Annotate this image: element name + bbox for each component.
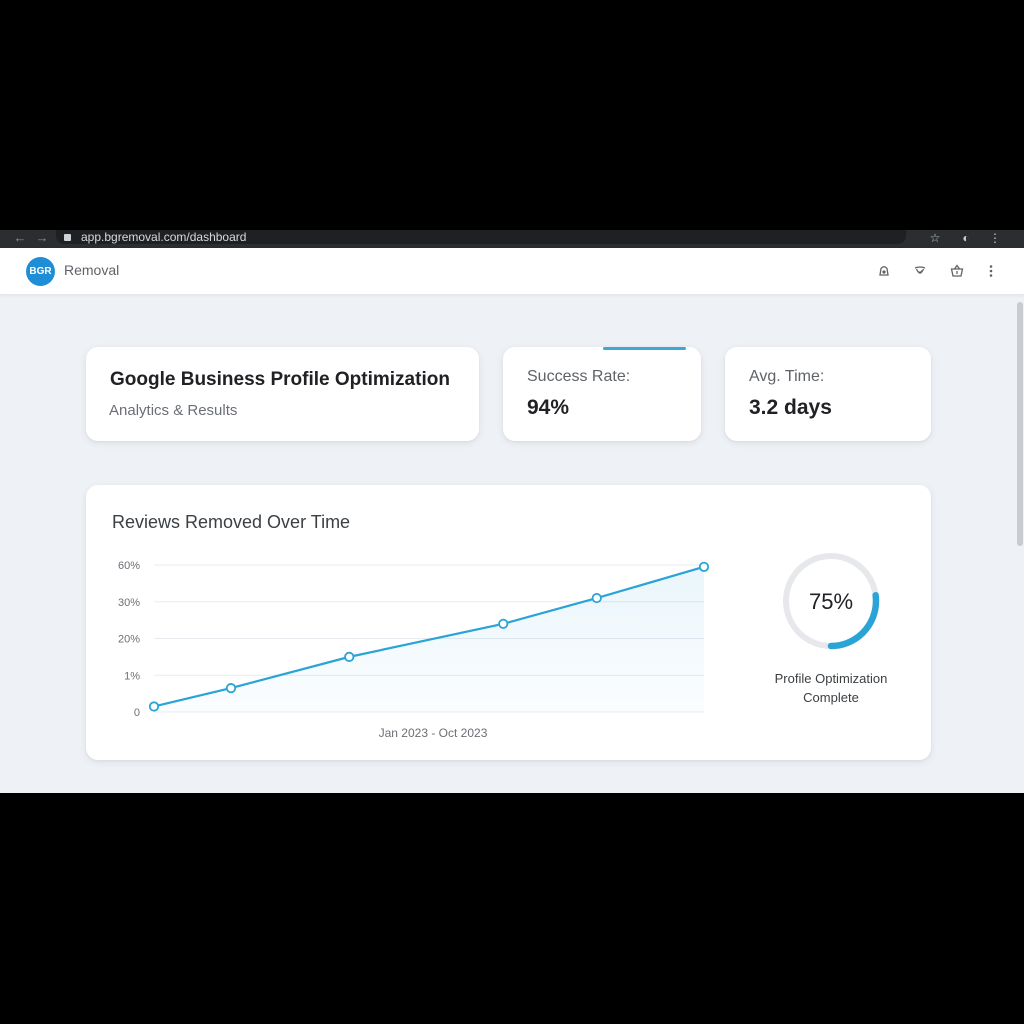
data-point bbox=[698, 561, 710, 572]
y-tick-label: 60% bbox=[118, 560, 140, 572]
url-text: app.bgremoval.com/dashboard bbox=[81, 230, 247, 244]
data-point bbox=[225, 683, 237, 694]
data-point bbox=[148, 701, 160, 712]
stat-value: 94% bbox=[527, 396, 570, 419]
browser-menu-icon[interactable]: ⋮ bbox=[987, 231, 1003, 245]
data-point bbox=[498, 618, 509, 629]
y-tick-label: 20% bbox=[118, 634, 140, 646]
y-tick-label: 30% bbox=[118, 597, 140, 609]
more-menu-icon[interactable] bbox=[981, 261, 1001, 281]
cart-icon[interactable] bbox=[947, 261, 967, 281]
progress-label-line1: Profile Optimization bbox=[774, 671, 888, 686]
progress-label: Profile Optimization Complete bbox=[752, 669, 910, 707]
chart-card: Reviews Removed Over Time 0 1% 20% 30% 60% Ja… bbox=[86, 485, 931, 760]
data-point bbox=[591, 592, 602, 604]
stat-label: Success Rate: bbox=[527, 368, 631, 385]
page-subtitle: Analytics & Results bbox=[109, 402, 238, 419]
y-tick-label: 1% bbox=[124, 670, 140, 682]
bell-icon[interactable] bbox=[874, 261, 894, 281]
success-rate-card: Success Rate: 94% bbox=[503, 347, 701, 441]
profile-icon[interactable]: ◐ bbox=[958, 231, 974, 245]
stat-value: 3.2 days bbox=[749, 396, 832, 419]
screen: ← → app.bgremoval.com/dashboard ☆ ◐ ⋮ BG… bbox=[0, 230, 1024, 793]
avg-time-card: Avg. Time: 3.2 days bbox=[725, 347, 931, 441]
lock-icon bbox=[64, 234, 71, 241]
data-point bbox=[344, 651, 355, 662]
browser-toolbar: ← → app.bgremoval.com/dashboard ☆ ◐ ⋮ bbox=[0, 230, 1024, 248]
arrow-right-icon[interactable]: → bbox=[32, 231, 52, 245]
address-bar[interactable]: app.bgremoval.com/dashboard bbox=[56, 230, 906, 244]
page-title: Google Business Profile Optimization bbox=[110, 369, 450, 390]
brand-name: Removal bbox=[64, 262, 120, 278]
tasks-icon[interactable] bbox=[910, 261, 930, 281]
logo[interactable]: BGR bbox=[26, 257, 55, 286]
accent-bar bbox=[603, 347, 686, 350]
app-header: BGR Removal bbox=[0, 248, 1024, 295]
scrollbar[interactable] bbox=[1015, 302, 1024, 793]
y-tick-label: 0 bbox=[134, 707, 140, 719]
progress-value: 75% bbox=[809, 589, 853, 614]
x-axis-label: Jan 2023 - Oct 2023 bbox=[379, 726, 488, 740]
progress-label-line2: Complete bbox=[803, 690, 859, 705]
line-chart: 0 1% 20% 30% 60% Jan 2023 - Oct 2023 75% bbox=[118, 552, 880, 740]
arrow-left-icon[interactable]: ← bbox=[10, 231, 30, 245]
stat-label: Avg. Time: bbox=[749, 368, 825, 385]
title-card: Google Business Profile Optimization Ana… bbox=[86, 347, 479, 441]
scrollbar-thumb[interactable] bbox=[1017, 302, 1023, 546]
star-icon[interactable]: ☆ bbox=[927, 231, 943, 245]
